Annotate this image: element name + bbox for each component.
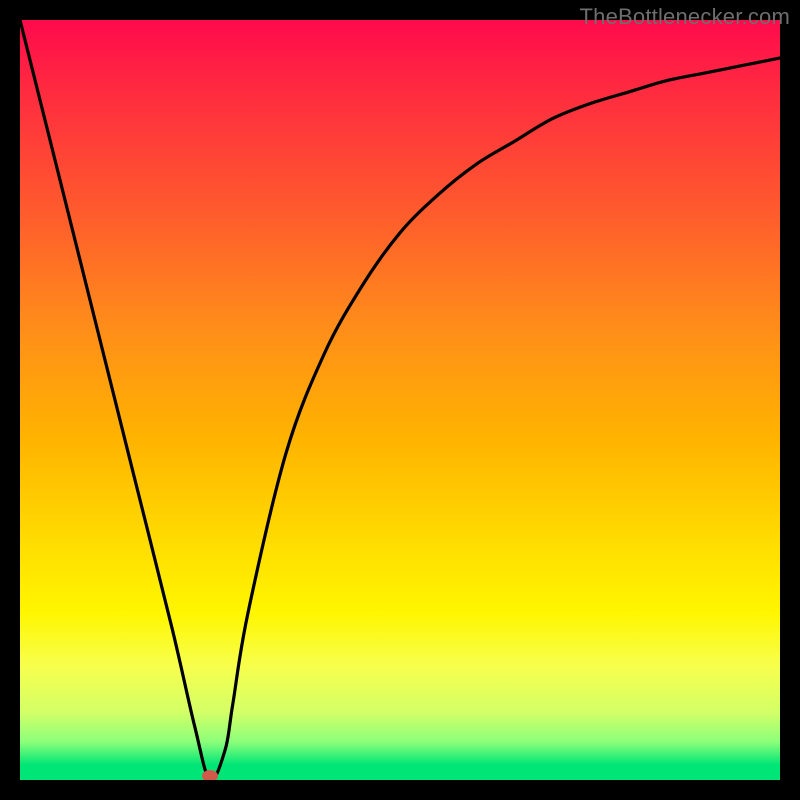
bottleneck-curve — [20, 20, 780, 780]
curve-path — [20, 20, 780, 780]
chart-container: TheBottlenecker.com — [0, 0, 800, 800]
plot-area — [20, 20, 780, 780]
attribution-text: TheBottlenecker.com — [580, 4, 790, 30]
